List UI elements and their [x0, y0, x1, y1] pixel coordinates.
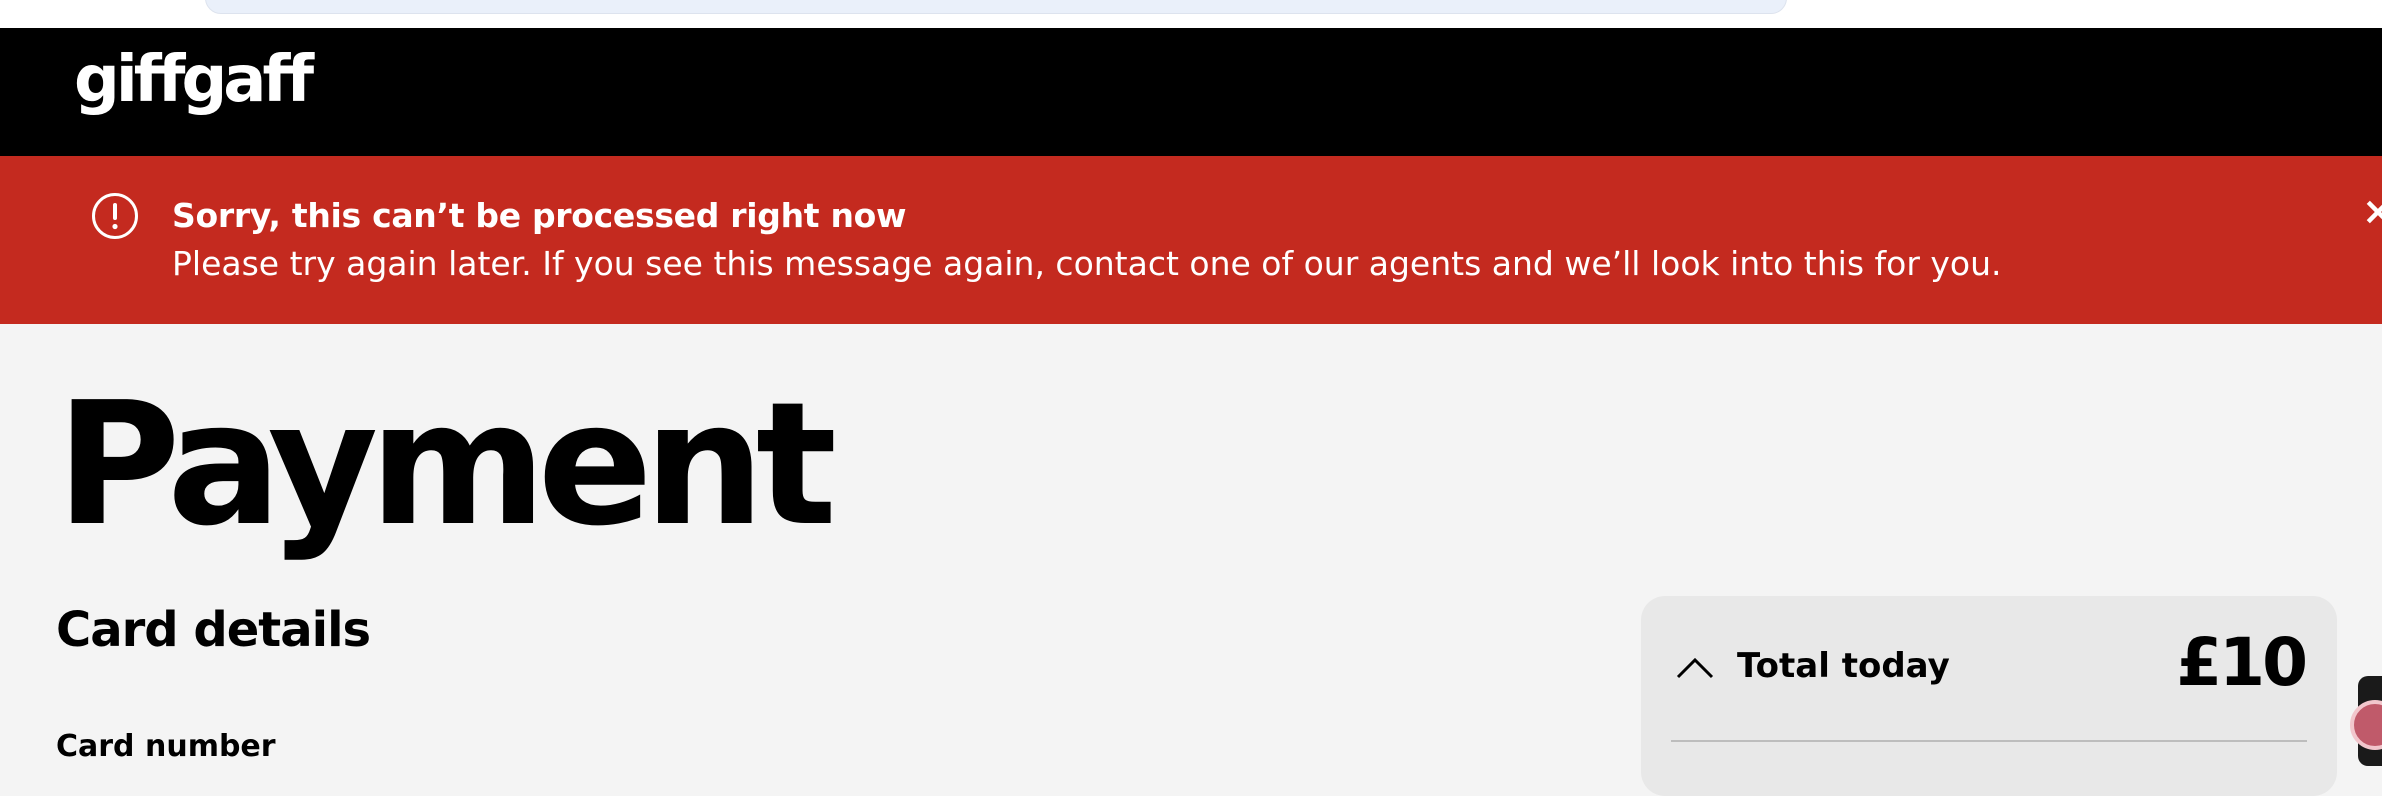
order-summary: Total today £10 — [1641, 596, 2337, 796]
error-title: Sorry, this can’t be processed right now — [172, 196, 907, 235]
card-details-heading: Card details — [56, 602, 371, 658]
chevron-up-icon[interactable] — [1675, 654, 1715, 680]
address-bar[interactable] — [205, 0, 1787, 14]
summary-divider — [1671, 740, 2307, 742]
total-amount: £10 — [2176, 624, 2308, 701]
card-number-label: Card number — [56, 729, 276, 764]
alert-circle-icon — [92, 193, 138, 239]
error-message: Please try again later. If you see this … — [172, 244, 2002, 283]
close-icon[interactable]: × — [2362, 192, 2382, 230]
site-header: giffgaff — [0, 28, 2382, 156]
giffgaff-logo[interactable]: giffgaff — [74, 48, 314, 112]
error-banner: Sorry, this can’t be processed right now… — [0, 156, 2382, 324]
browser-top-strip — [0, 0, 2382, 28]
total-today-label[interactable]: Total today — [1737, 646, 1950, 686]
help-avatar-icon[interactable] — [2350, 700, 2382, 750]
page-title: Payment — [56, 366, 837, 564]
